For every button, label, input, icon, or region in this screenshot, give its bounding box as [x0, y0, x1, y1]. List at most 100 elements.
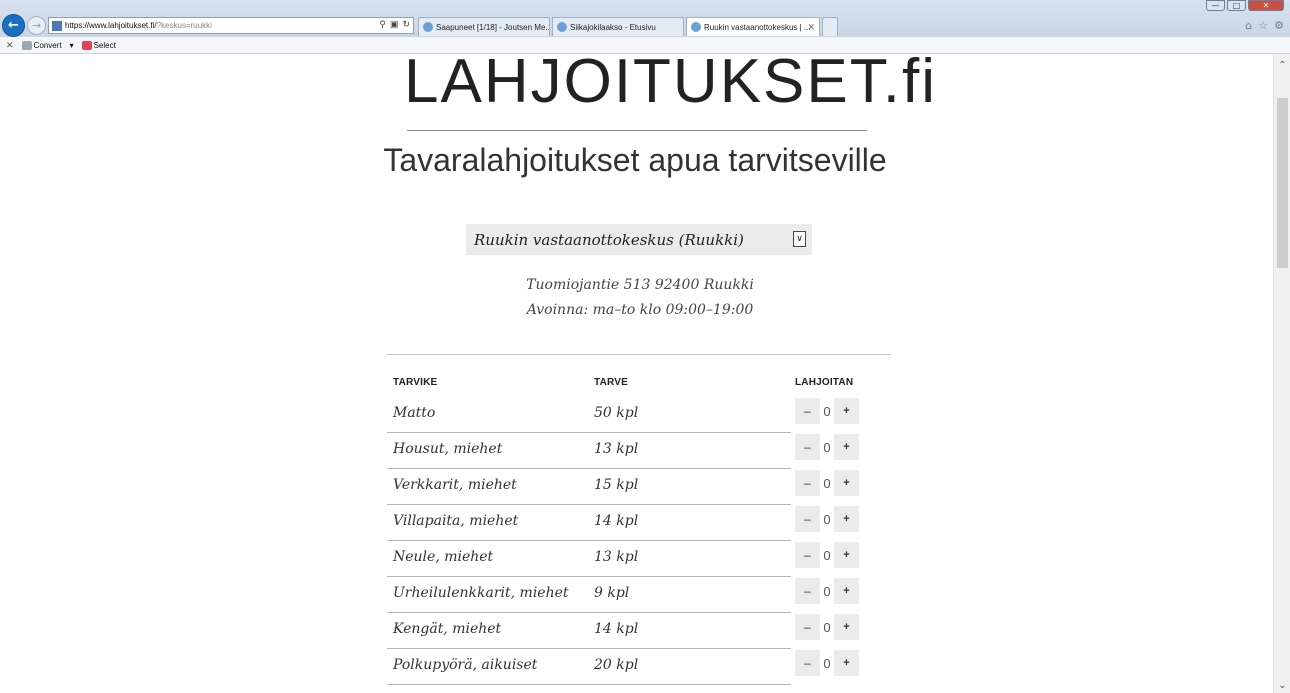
decrement-button[interactable]: – [795, 614, 820, 640]
item-name: Villapaita, miehet [393, 513, 519, 529]
quantity-stepper: – 0 + [795, 398, 859, 424]
quantity-stepper: – 0 + [795, 614, 859, 640]
increment-button[interactable]: + [834, 650, 859, 676]
quantity-value: 0 [823, 403, 831, 419]
back-button[interactable]: ← [2, 14, 25, 37]
browser-tools: ⌂ ☆ ⚙ [1245, 19, 1284, 32]
item-name: Urheilulenkkarit, miehet [393, 585, 569, 601]
minimize-icon[interactable]: — [1206, 0, 1225, 11]
logo-divider [407, 130, 867, 131]
decrement-button[interactable]: – [795, 542, 820, 568]
table-divider [387, 354, 891, 355]
quantity-value: 0 [823, 475, 831, 491]
quantity-value: 0 [823, 547, 831, 563]
tab-close-icon[interactable]: ✕ [807, 22, 815, 33]
url-path: ?keskus=ruukki [156, 21, 212, 30]
scroll-up-icon[interactable]: ⌃ [1274, 60, 1290, 71]
item-name: Neule, miehet [393, 549, 494, 565]
scroll-down-icon[interactable]: ⌄ [1274, 680, 1290, 691]
decrement-button[interactable]: – [795, 398, 820, 424]
refresh-icon[interactable]: ↻ [402, 19, 410, 30]
convert-button[interactable]: Convert ▾ [21, 40, 74, 50]
column-header-give: LAHJOITAN [795, 377, 854, 388]
item-need: 13 kpl [594, 441, 639, 457]
item-name: Kengät, miehet [393, 621, 502, 637]
column-header-need: TARVE [594, 377, 628, 388]
item-need: 14 kpl [594, 513, 639, 529]
row-divider [387, 648, 791, 649]
lock-icon[interactable]: ▣ [390, 19, 399, 30]
quantity-value: 0 [823, 655, 831, 671]
item-need: 13 kpl [594, 549, 639, 565]
home-icon[interactable]: ⌂ [1245, 19, 1252, 32]
convert-label: Convert [33, 40, 62, 50]
item-name: Housut, miehet [393, 441, 503, 457]
increment-button[interactable]: + [834, 434, 859, 460]
settings-gear-icon[interactable]: ⚙ [1274, 19, 1284, 32]
search-icon[interactable]: ⚲ [379, 19, 386, 30]
row-divider [387, 540, 791, 541]
quantity-value: 0 [823, 583, 831, 599]
increment-button[interactable]: + [834, 578, 859, 604]
item-need: 50 kpl [594, 405, 639, 421]
item-need: 9 kpl [594, 585, 630, 601]
quantity-value: 0 [823, 619, 831, 635]
quantity-stepper: – 0 + [795, 470, 859, 496]
quantity-value: 0 [823, 511, 831, 527]
tab-ruukin-vastaanottokeskus[interactable]: Ruukin vastaanottokeskus | ... ✕ [686, 17, 820, 36]
decrement-button[interactable]: – [795, 578, 820, 604]
decrement-button[interactable]: – [795, 650, 820, 676]
tab-favicon-icon [691, 22, 701, 32]
row-divider [387, 468, 791, 469]
tab-saapuneet[interactable]: Saapuneet [1/18] - Joutsen Me... [418, 17, 550, 36]
row-divider [387, 684, 791, 685]
site-logo[interactable]: LAHJOITUKSET.fi [404, 46, 935, 117]
select-button[interactable]: Select [81, 40, 116, 50]
decrement-button[interactable]: – [795, 506, 820, 532]
site-tagline: Tavaralahjoitukset apua tarvitseville [383, 142, 887, 178]
chevron-down-icon[interactable]: ▾ [70, 41, 74, 50]
new-tab-button[interactable] [822, 17, 838, 36]
increment-button[interactable]: + [834, 542, 859, 568]
tab-label: Saapuneet [1/18] - Joutsen Me... [436, 22, 550, 32]
increment-button[interactable]: + [834, 398, 859, 424]
tab-label: Siikajokilaakso - Etusivu [570, 22, 656, 32]
row-divider [387, 576, 791, 577]
row-divider [387, 612, 791, 613]
tab-siikajokilaakso[interactable]: Siikajokilaakso - Etusivu [552, 17, 684, 36]
row-divider [387, 504, 791, 505]
quantity-stepper: – 0 + [795, 506, 859, 532]
favorites-star-icon[interactable]: ☆ [1258, 19, 1268, 32]
increment-button[interactable]: + [834, 614, 859, 640]
select-label: Select [93, 40, 116, 50]
decrement-button[interactable]: – [795, 434, 820, 460]
quantity-stepper: – 0 + [795, 542, 859, 568]
item-need: 15 kpl [594, 477, 639, 493]
chevron-down-icon[interactable]: ∨ [793, 231, 806, 247]
tab-favicon-icon [557, 22, 567, 32]
increment-button[interactable]: + [834, 506, 859, 532]
vertical-scrollbar[interactable]: ⌃ ⌄ [1273, 54, 1290, 693]
item-name: Polkupyörä, aikuiset [393, 657, 538, 673]
close-bar-icon[interactable]: ✕ [6, 40, 14, 51]
center-hours: Avoinna: ma–to klo 09:00–19:00 [526, 302, 754, 318]
site-favicon-icon [52, 20, 62, 31]
maximize-icon[interactable]: □ [1227, 0, 1246, 11]
tab-favicon-icon [423, 22, 433, 32]
forward-button[interactable]: → [27, 16, 46, 35]
scroll-thumb[interactable] [1277, 98, 1288, 268]
address-bar[interactable]: https://www.lahjoitukset.fi/ ?keskus=ruu… [48, 17, 414, 34]
table-row: Polkupyörä, aikuiset 20 kpl – 0 + [387, 650, 867, 693]
quantity-stepper: – 0 + [795, 434, 859, 460]
tab-label: Ruukin vastaanottokeskus | ... [704, 22, 811, 32]
quantity-value: 0 [823, 439, 831, 455]
increment-button[interactable]: + [834, 470, 859, 496]
url-host: https://www.lahjoitukset.fi/ [65, 21, 157, 30]
center-select[interactable]: Ruukin vastaanottokeskus (Ruukki) ∨ [466, 224, 812, 255]
decrement-button[interactable]: – [795, 470, 820, 496]
quantity-stepper: – 0 + [795, 650, 859, 676]
quantity-stepper: – 0 + [795, 578, 859, 604]
convert-icon [21, 40, 32, 50]
close-icon[interactable]: ✕ [1248, 0, 1284, 11]
select-icon [81, 40, 92, 50]
